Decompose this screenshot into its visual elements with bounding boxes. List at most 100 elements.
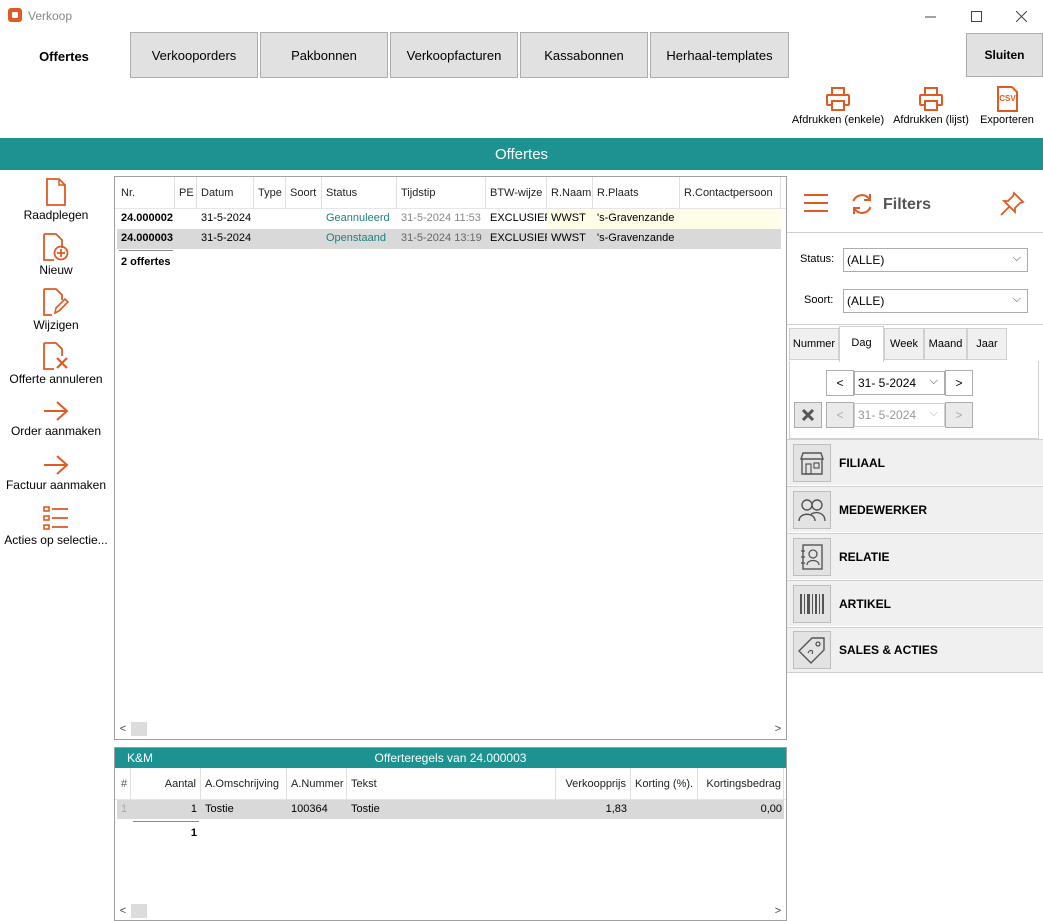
- tab-verkooporders[interactable]: Verkooporders: [130, 32, 258, 78]
- tab-week[interactable]: Week: [884, 328, 924, 360]
- cell-naam: WWST: [551, 232, 586, 244]
- column-header[interactable]: R.Plaats: [593, 177, 680, 209]
- table-row[interactable]: 1 1 Tostie 100364 Tostie 1,83 0,00: [117, 800, 784, 819]
- column-header[interactable]: Status: [322, 177, 397, 209]
- column-header[interactable]: PE: [175, 177, 197, 209]
- tab-verkoopfacturen[interactable]: Verkoopfacturen: [390, 32, 518, 78]
- tab-dag[interactable]: Dag: [839, 326, 884, 362]
- maximize-icon[interactable]: [953, 0, 999, 32]
- date-to-prev-button: <: [826, 402, 854, 428]
- column-header[interactable]: Soort: [286, 177, 322, 209]
- chevron-down-icon: ⌵: [929, 375, 938, 387]
- sidebar-item-wijzigen[interactable]: Wijzigen: [0, 288, 112, 332]
- cell-plaats: 's-Gravenzande: [593, 209, 680, 229]
- cell-naam: WWST: [547, 209, 593, 229]
- tab-jaar[interactable]: Jaar: [967, 328, 1007, 360]
- close-icon[interactable]: [998, 0, 1043, 32]
- scroll-thumb[interactable]: [131, 904, 147, 918]
- print-list-button[interactable]: Afdrukken (lijst): [888, 86, 974, 134]
- scroll-right-icon[interactable]: >: [770, 905, 786, 917]
- cell-index: 1: [121, 803, 128, 815]
- tab-pakbonnen[interactable]: Pakbonnen: [260, 32, 388, 78]
- sidebar-item-label: Order aanmaken: [10, 424, 102, 438]
- chevron-down-icon: ⌵: [1012, 252, 1021, 264]
- column-header[interactable]: Kortingsbedrag: [698, 768, 784, 800]
- scroll-right-icon[interactable]: >: [770, 723, 786, 735]
- filter-section-relatie[interactable]: RELATIE: [787, 533, 1043, 579]
- filter-section-sales-acties[interactable]: SALES & ACTIES: [787, 627, 1043, 673]
- offerteregels-grid[interactable]: K&M Offerteregels van 24.000003 # Aantal…: [114, 747, 787, 921]
- tab-offertes[interactable]: Offertes: [20, 34, 108, 78]
- tab-maand[interactable]: Maand: [924, 328, 967, 360]
- date-next-button[interactable]: >: [945, 370, 973, 396]
- column-header[interactable]: #: [117, 768, 131, 800]
- table-row[interactable]: 24.000002 31-5-2024 Geannuleerd 31-5-202…: [117, 209, 781, 229]
- column-header[interactable]: Aantal: [131, 768, 201, 800]
- cell-pe: [175, 209, 197, 229]
- status-select[interactable]: (ALLE) ⌵: [843, 248, 1028, 272]
- export-button[interactable]: CSV Exporteren: [976, 86, 1038, 134]
- column-header[interactable]: Datum: [197, 177, 254, 209]
- column-header[interactable]: Type: [254, 177, 286, 209]
- cell-type: [254, 229, 286, 249]
- scroll-left-icon[interactable]: <: [115, 723, 131, 735]
- close-button[interactable]: Sluiten: [966, 33, 1043, 77]
- hamburger-menu-icon[interactable]: [803, 192, 829, 217]
- column-header[interactable]: R.Naam: [547, 177, 593, 209]
- pin-icon[interactable]: [999, 191, 1025, 220]
- filter-section-artikel[interactable]: ARTIKEL: [787, 580, 1043, 626]
- date-from-picker[interactable]: 31- 5-2024 ⌵: [854, 371, 945, 395]
- column-header[interactable]: Tekst: [347, 768, 556, 800]
- horizontal-scrollbar[interactable]: < >: [115, 721, 786, 737]
- offertes-grid[interactable]: Nr. PE Datum Type Soort Status Tijdstip …: [114, 176, 787, 740]
- column-header[interactable]: A.Nummer: [287, 768, 347, 800]
- cell-soort: [286, 209, 322, 229]
- column-header[interactable]: Verkoopprijs: [556, 768, 631, 800]
- cell-korting: [631, 800, 698, 820]
- print-single-button[interactable]: Afdrukken (enkele): [790, 86, 886, 134]
- column-header[interactable]: R.Contactpersoon: [680, 177, 781, 209]
- printer-icon: [919, 87, 943, 111]
- sidebar-item-acties-op-selectie[interactable]: Acties op selectie...: [0, 505, 112, 547]
- cell-type: [254, 209, 286, 229]
- tab-nummer[interactable]: Nummer: [789, 328, 839, 360]
- scroll-thumb[interactable]: [131, 722, 147, 736]
- column-header[interactable]: Nr.: [117, 177, 175, 209]
- sidebar-item-offerte-annuleren[interactable]: Offerte annuleren: [0, 342, 112, 386]
- sidebar-item-label: Factuur aanmaken: [5, 478, 107, 492]
- column-header[interactable]: A.Omschrijving: [201, 768, 287, 800]
- cell-aantal: 1: [190, 803, 197, 815]
- minimize-icon[interactable]: [907, 0, 953, 32]
- clear-date-button[interactable]: [794, 402, 822, 428]
- filter-section-filiaal[interactable]: FILIAAL: [787, 439, 1043, 485]
- chevron-down-icon: ⌵: [929, 407, 938, 419]
- filter-section-medewerker[interactable]: MEDEWERKER: [787, 486, 1043, 532]
- cell-nr: 24.000003: [121, 232, 173, 244]
- sidebar-item-raadplegen[interactable]: Raadplegen: [0, 178, 112, 222]
- tab-herhaal-templates[interactable]: Herhaal-templates: [650, 32, 789, 78]
- sidebar-item-label: Wijzigen: [33, 318, 79, 332]
- print-single-label: Afdrukken (enkele): [791, 114, 885, 126]
- grid-footer-count: 2 offertes: [121, 256, 171, 268]
- date-to-next-button: >: [945, 402, 973, 428]
- sidebar-item-factuur-aanmaken[interactable]: Factuur aanmaken: [0, 454, 112, 492]
- date-prev-button[interactable]: <: [826, 370, 854, 396]
- document-edit-icon: [43, 288, 70, 316]
- chevron-down-icon: ⌵: [1012, 293, 1021, 305]
- column-header[interactable]: BTW-wijze: [486, 177, 547, 209]
- soort-select[interactable]: (ALLE) ⌵: [843, 289, 1028, 313]
- table-row[interactable]: 24.000003 31-5-2024 Openstaand 31-5-2024…: [117, 229, 781, 249]
- arrow-right-icon: [44, 455, 69, 475]
- column-header[interactable]: Tijdstip: [397, 177, 486, 209]
- horizontal-scrollbar[interactable]: < >: [115, 903, 786, 919]
- print-list-label: Afdrukken (lijst): [893, 114, 969, 126]
- scroll-left-icon[interactable]: <: [115, 905, 131, 917]
- tab-kassabonnen[interactable]: Kassabonnen: [520, 32, 648, 78]
- cell-pe: [175, 229, 197, 249]
- refresh-icon[interactable]: [849, 191, 875, 220]
- sidebar-item-nieuw[interactable]: Nieuw: [0, 233, 112, 277]
- sidebar-item-order-aanmaken[interactable]: Order aanmaken: [0, 400, 112, 438]
- column-header[interactable]: Korting (%).: [631, 768, 698, 800]
- cell-nummer: 100364: [291, 803, 328, 815]
- barcode-icon: [793, 584, 831, 623]
